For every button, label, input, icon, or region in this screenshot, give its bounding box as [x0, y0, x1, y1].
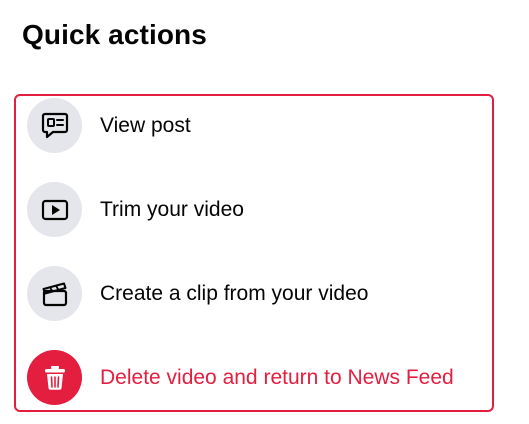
clapperboard-icon: [27, 266, 82, 321]
view-post-action[interactable]: View post: [16, 96, 492, 156]
quick-actions-list: View post Trim your video Create a clip …: [14, 94, 494, 412]
view-post-label: View post: [100, 114, 191, 137]
trim-video-action[interactable]: Trim your video: [16, 180, 492, 240]
create-clip-action[interactable]: Create a clip from your video: [16, 264, 492, 324]
play-icon: [27, 182, 82, 237]
trash-icon: [27, 350, 82, 405]
speech-bubble-post-icon: [27, 98, 82, 153]
create-clip-label: Create a clip from your video: [100, 282, 369, 305]
delete-video-label: Delete video and return to News Feed: [100, 366, 454, 389]
delete-video-action[interactable]: Delete video and return to News Feed: [16, 348, 492, 408]
quick-actions-panel: Quick actions View post Trim your video …: [0, 0, 529, 424]
trim-video-label: Trim your video: [100, 198, 244, 221]
page-title: Quick actions: [22, 19, 207, 50]
